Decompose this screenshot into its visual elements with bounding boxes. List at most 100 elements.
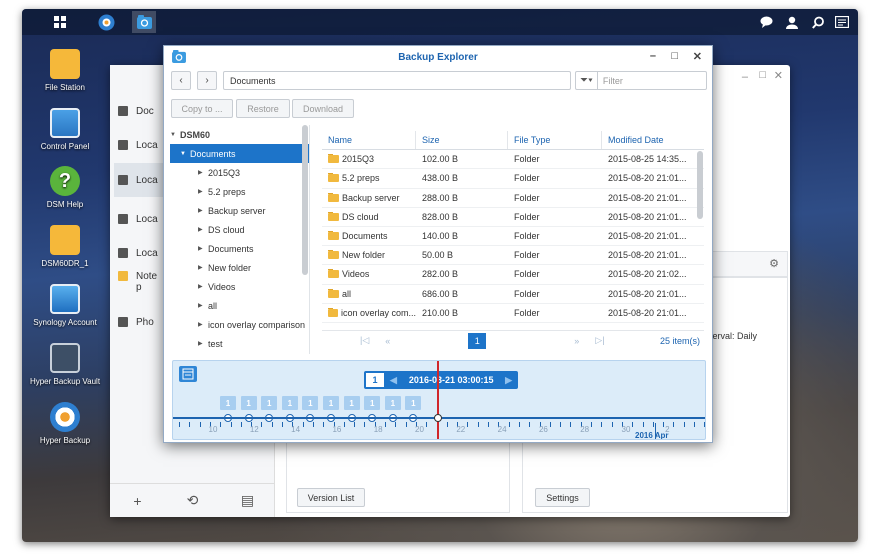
tree-node-selected[interactable]: ▼ Documents	[170, 144, 309, 163]
filter-field[interactable]: ⏷▾ Filter	[575, 71, 707, 90]
version-list-button[interactable]: Version List	[297, 488, 365, 507]
tree-node[interactable]: ▶ New folder	[170, 258, 309, 277]
download-button[interactable]: Download	[292, 99, 354, 118]
add-icon[interactable]: +	[110, 484, 165, 517]
grid-scrollbar[interactable]	[697, 151, 703, 219]
last-page-icon[interactable]: ▷|	[595, 335, 604, 346]
timeline-tick	[189, 422, 191, 427]
filter-icon[interactable]: ⏷▾	[576, 72, 598, 89]
table-row[interactable]: all 686.00 B Folder 2015-08-20 21:01...	[322, 285, 704, 304]
first-page-icon[interactable]: |◁	[360, 335, 369, 346]
table-row[interactable]: 2015Q3 102.00 B Folder 2015-08-25 14:35...	[322, 150, 704, 170]
minimize-icon[interactable]: –	[742, 71, 748, 83]
cell-size: 50.00 B	[422, 250, 454, 261]
cell-name-text: New folder	[342, 250, 386, 261]
folder-icon	[50, 49, 80, 79]
tree-node[interactable]: ▶ icon overlay comparison	[170, 315, 309, 334]
minimize-icon[interactable]: –	[650, 50, 656, 62]
path-field[interactable]: Documents	[223, 71, 571, 90]
cell-size: 686.00 B	[422, 288, 459, 299]
folder-icon	[328, 231, 339, 241]
desktop-icon-hyper-backup-vault[interactable]: Hyper Backup Vault	[22, 343, 108, 386]
version-count-badge[interactable]: 1	[343, 396, 360, 410]
tree-node[interactable]: ▶ 5.2 preps	[170, 182, 309, 201]
tree-node[interactable]: ▶ all	[170, 296, 309, 315]
restore-button[interactable]: Restore	[236, 99, 290, 118]
tree-scrollbar[interactable]	[302, 125, 308, 275]
cell-name: Backup server	[322, 192, 416, 203]
search-icon[interactable]	[808, 12, 828, 32]
tree-node[interactable]: ▶ test	[170, 334, 309, 353]
next-page-icon[interactable]: »	[574, 336, 579, 346]
desktop-icon-control-panel[interactable]: Control Panel	[22, 108, 108, 151]
tree-root[interactable]: ▼ DSM60	[170, 125, 309, 144]
tree-node[interactable]: ▶ DS cloud	[170, 220, 309, 239]
log-icon[interactable]: ▤	[220, 484, 275, 517]
help-icon: ?	[50, 166, 80, 196]
column-header-size[interactable]: Size	[416, 131, 508, 150]
copy-to-button[interactable]: Copy to ...	[171, 99, 233, 118]
close-icon[interactable]: ✕	[693, 50, 702, 63]
table-row[interactable]: DS cloud 828.00 B Folder 2015-08-20 21:01..…	[322, 208, 704, 227]
desktop-icon-file-station[interactable]: File Station	[22, 49, 108, 92]
desktop-icon-dsm-help[interactable]: ? DSM Help	[22, 166, 108, 209]
version-selector[interactable]: 1 ◀ 2016-03-21 03:00:15 ▶	[364, 371, 518, 389]
version-count-badge[interactable]: 1	[302, 396, 319, 410]
expand-arrow-icon: ▼	[170, 131, 176, 138]
restore-history-icon[interactable]: ⟲	[165, 484, 220, 517]
version-count-badge[interactable]: 1	[405, 396, 422, 410]
user-settings-icon[interactable]: ⚙	[769, 257, 779, 270]
table-row[interactable]: icon overlay com... 210.00 B Folder 2015-08…	[322, 304, 704, 323]
desktop-icon-dsm60dr[interactable]: DSM60DR_1	[22, 225, 108, 268]
table-row[interactable]: Documents 140.00 B Folder 2015-08-20 21:01.…	[322, 227, 704, 247]
timeline-tick	[601, 422, 603, 427]
tree-node[interactable]: ▶ Documents	[170, 239, 309, 258]
expand-arrow-icon: ▶	[198, 322, 203, 328]
column-header-date[interactable]: Modified Date	[602, 131, 704, 149]
column-header-type[interactable]: File Type	[508, 131, 602, 150]
tree-node[interactable]: ▶ Videos	[170, 277, 309, 296]
version-timeline[interactable]: 1 ◀ 2016-03-21 03:00:15 ▶ 1111111111 10 1…	[172, 360, 706, 440]
timeline-tick	[395, 422, 397, 427]
version-count-badge[interactable]: 1	[364, 396, 381, 410]
folder-icon	[328, 154, 339, 164]
close-icon[interactable]: ✕	[774, 69, 783, 82]
desktop-icon-label: File Station	[44, 83, 86, 92]
column-header-name[interactable]: Name	[322, 131, 416, 150]
desktop-icon-hyper-backup[interactable]: Hyper Backup	[22, 402, 108, 445]
version-count-badge[interactable]: 1	[240, 396, 257, 410]
user-icon[interactable]	[782, 12, 802, 32]
main-menu-icon[interactable]	[50, 12, 70, 32]
version-count-badge[interactable]: 1	[281, 396, 298, 410]
version-count-badge[interactable]: 1	[323, 396, 339, 410]
chat-icon[interactable]	[756, 12, 776, 32]
table-row[interactable]: New folder 50.00 B Folder 2015-08-20 21:01.…	[322, 246, 704, 266]
version-count-badge[interactable]: 1	[220, 396, 236, 410]
chevron-right-icon: ›	[205, 75, 209, 86]
prev-version-icon[interactable]: ◀	[390, 375, 397, 386]
hyper-backup-icon[interactable]	[96, 12, 116, 32]
prev-page-icon[interactable]: «	[385, 336, 390, 346]
widgets-icon[interactable]	[832, 12, 852, 32]
table-row[interactable]: Videos 282.00 B Folder 2015-08-20 21:02...	[322, 265, 704, 285]
tree-node[interactable]: ▶ Backup server	[170, 201, 309, 220]
version-count-badge[interactable]: 1	[261, 396, 278, 410]
settings-button[interactable]: Settings	[535, 488, 590, 507]
version-count-badge[interactable]: 1	[384, 396, 401, 410]
table-row[interactable]: 5.2 preps 438.00 B Folder 2015-08-20 21:01.…	[322, 169, 704, 189]
current-time-marker[interactable]	[437, 361, 439, 439]
maximize-icon[interactable]: □	[759, 69, 766, 81]
calendar-icon[interactable]	[179, 366, 197, 382]
table-row[interactable]: Backup server 288.00 B Folder 2015-08-20 21…	[322, 189, 704, 208]
next-version-icon[interactable]: ▶	[505, 375, 512, 386]
backup-explorer-icon[interactable]	[132, 11, 156, 33]
maximize-icon[interactable]: □	[671, 50, 678, 62]
tree-root-label: DSM60	[180, 129, 211, 140]
current-version-point[interactable]	[434, 414, 442, 422]
back-button[interactable]: ‹	[171, 71, 191, 90]
desktop-icon-synology-account[interactable]: Synology Account	[22, 284, 108, 327]
timeline-day-label: 10	[208, 425, 218, 434]
current-page[interactable]: 1	[468, 332, 487, 349]
forward-button[interactable]: ›	[197, 71, 217, 90]
tree-node[interactable]: ▶ 2015Q3	[170, 163, 309, 182]
